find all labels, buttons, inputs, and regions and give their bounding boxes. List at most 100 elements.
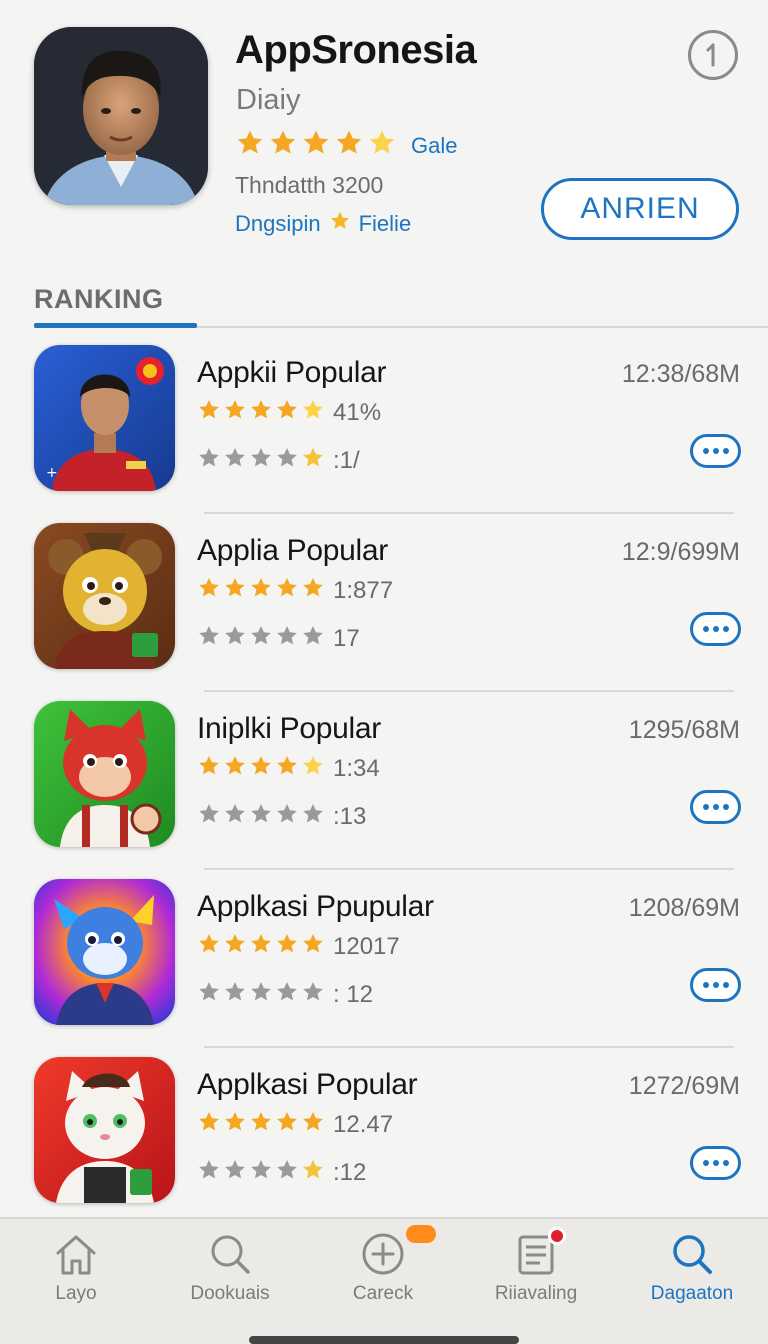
home-icon — [56, 1235, 96, 1275]
secondary-stars — [197, 624, 325, 653]
list-item[interactable]: + Appkii Popular 12:38/68M 41% :1/ — [0, 336, 768, 514]
more-options-button[interactable] — [690, 790, 741, 824]
star-icon — [277, 448, 297, 467]
app-rating: 1:34 — [197, 754, 380, 783]
app-icon — [34, 701, 175, 847]
star-icon — [199, 804, 219, 823]
star-icon — [303, 982, 323, 1001]
nav-item-list[interactable]: Riiavaling — [461, 1231, 611, 1321]
stars-graphic — [199, 448, 323, 467]
star-icon — [199, 756, 219, 775]
star-icon — [303, 1112, 323, 1131]
app-size: 1208/69M — [628, 894, 740, 922]
star-icon — [303, 756, 323, 775]
star-icon — [251, 578, 271, 597]
star-icon — [303, 626, 323, 645]
rating-stars — [197, 1110, 325, 1139]
rating-stars — [197, 932, 325, 961]
rating-value: 41% — [333, 398, 382, 426]
app-icon — [34, 1057, 175, 1203]
bottom-navigation: Layo Dookuais Careck Riiavaling Dagaaton — [0, 1217, 768, 1344]
app-icon: + — [34, 345, 175, 491]
star-icon — [277, 1112, 297, 1131]
more-options-button[interactable] — [690, 434, 741, 468]
star-icon — [251, 1160, 271, 1179]
star-icon — [225, 626, 245, 645]
app-rating: 41% — [197, 398, 381, 427]
star-icon — [251, 804, 271, 823]
developer-row[interactable]: Dngsipin Fielie — [235, 210, 411, 238]
rating-value: 12.47 — [333, 1110, 394, 1138]
app-size: 12:9/699M — [621, 538, 740, 566]
search-icon — [211, 1235, 250, 1274]
star-icon — [251, 1112, 271, 1131]
app-title: AppSronesia — [235, 28, 477, 72]
home-indicator[interactable] — [249, 1336, 519, 1344]
download-count: Thndatth 3200 — [235, 172, 384, 198]
app-name[interactable]: Appkii Popular — [197, 356, 387, 390]
star-icon — [336, 130, 362, 154]
nav-item-search[interactable]: Dookuais — [155, 1231, 305, 1321]
star-icon — [277, 934, 297, 953]
alert-badge — [548, 1227, 566, 1245]
app-size: 1295/68M — [628, 716, 740, 744]
list-item[interactable]: Applkasi Popular 1272/69M 12.47 :12 — [0, 1048, 768, 1226]
star-icon — [199, 448, 219, 467]
developer-name[interactable]: Dngsipin — [235, 211, 321, 237]
list-item[interactable]: Applkasi Ppupular 1208/69M 12017 : 12 — [0, 870, 768, 1048]
stars-graphic — [199, 578, 323, 597]
star-icon — [329, 210, 351, 238]
star-icon — [199, 400, 219, 419]
star-icon — [303, 804, 323, 823]
star-icon — [199, 626, 219, 645]
star-icon — [225, 1112, 245, 1131]
stars-graphic — [199, 1112, 323, 1131]
get-button[interactable]: ANRIEN — [541, 178, 739, 240]
app-name[interactable]: Applia Popular — [197, 534, 388, 568]
nav-label: Dookuais — [190, 1283, 270, 1304]
app-icon — [34, 523, 175, 669]
more-options-button[interactable] — [690, 968, 741, 1002]
list-item[interactable]: Iniplki Popular 1295/68M 1:34 :13 — [0, 692, 768, 870]
info-circle-icon — [706, 43, 715, 67]
star-icon — [251, 448, 271, 467]
star-icon — [303, 1160, 323, 1179]
app-secondary-rating: :13 — [197, 802, 366, 831]
developer-suffix[interactable]: Fielie — [359, 211, 412, 237]
star-icon — [237, 130, 263, 154]
app-name[interactable]: Iniplki Popular — [197, 712, 381, 746]
app-name[interactable]: Applkasi Popular — [197, 1068, 418, 1102]
secondary-stars — [197, 1158, 325, 1187]
nav-item-home[interactable]: Layo — [1, 1231, 151, 1321]
plus-circle-icon — [362, 1233, 404, 1275]
app-subtitle: Diaiy — [236, 84, 301, 116]
notification-badge — [406, 1225, 436, 1243]
more-options-button[interactable] — [690, 612, 741, 646]
star-icon — [277, 400, 297, 419]
nav-label: Careck — [352, 1283, 414, 1304]
app-secondary-rating: 17 — [197, 624, 360, 653]
more-options-button[interactable] — [690, 1146, 741, 1180]
app-name[interactable]: Applkasi Ppupular — [197, 890, 434, 924]
star-icon — [199, 578, 219, 597]
nav-item-discover[interactable]: Dagaaton — [617, 1231, 767, 1321]
header-rating: Gale — [235, 128, 457, 163]
star-icon — [225, 934, 245, 953]
star-icon — [199, 1112, 219, 1131]
star-icon — [251, 756, 271, 775]
info-button[interactable] — [688, 30, 738, 80]
secondary-value: :1/ — [333, 446, 360, 474]
secondary-stars — [197, 446, 325, 475]
rating-stars — [197, 576, 325, 605]
star-icon — [199, 934, 219, 953]
secondary-stars — [197, 802, 325, 831]
list-item[interactable]: Applia Popular 12:9/699M 1:877 17 — [0, 514, 768, 692]
secondary-value: : 12 — [333, 980, 374, 1008]
star-icon — [277, 578, 297, 597]
star-icon — [199, 1160, 219, 1179]
nav-item-create[interactable]: Careck — [308, 1231, 458, 1321]
stars-graphic — [199, 934, 323, 953]
app-header: AppSronesia Diaiy Gale Thndatth 3200 Dng… — [0, 0, 768, 270]
app-secondary-rating: :1/ — [197, 446, 360, 475]
developer-avatar — [34, 27, 208, 205]
